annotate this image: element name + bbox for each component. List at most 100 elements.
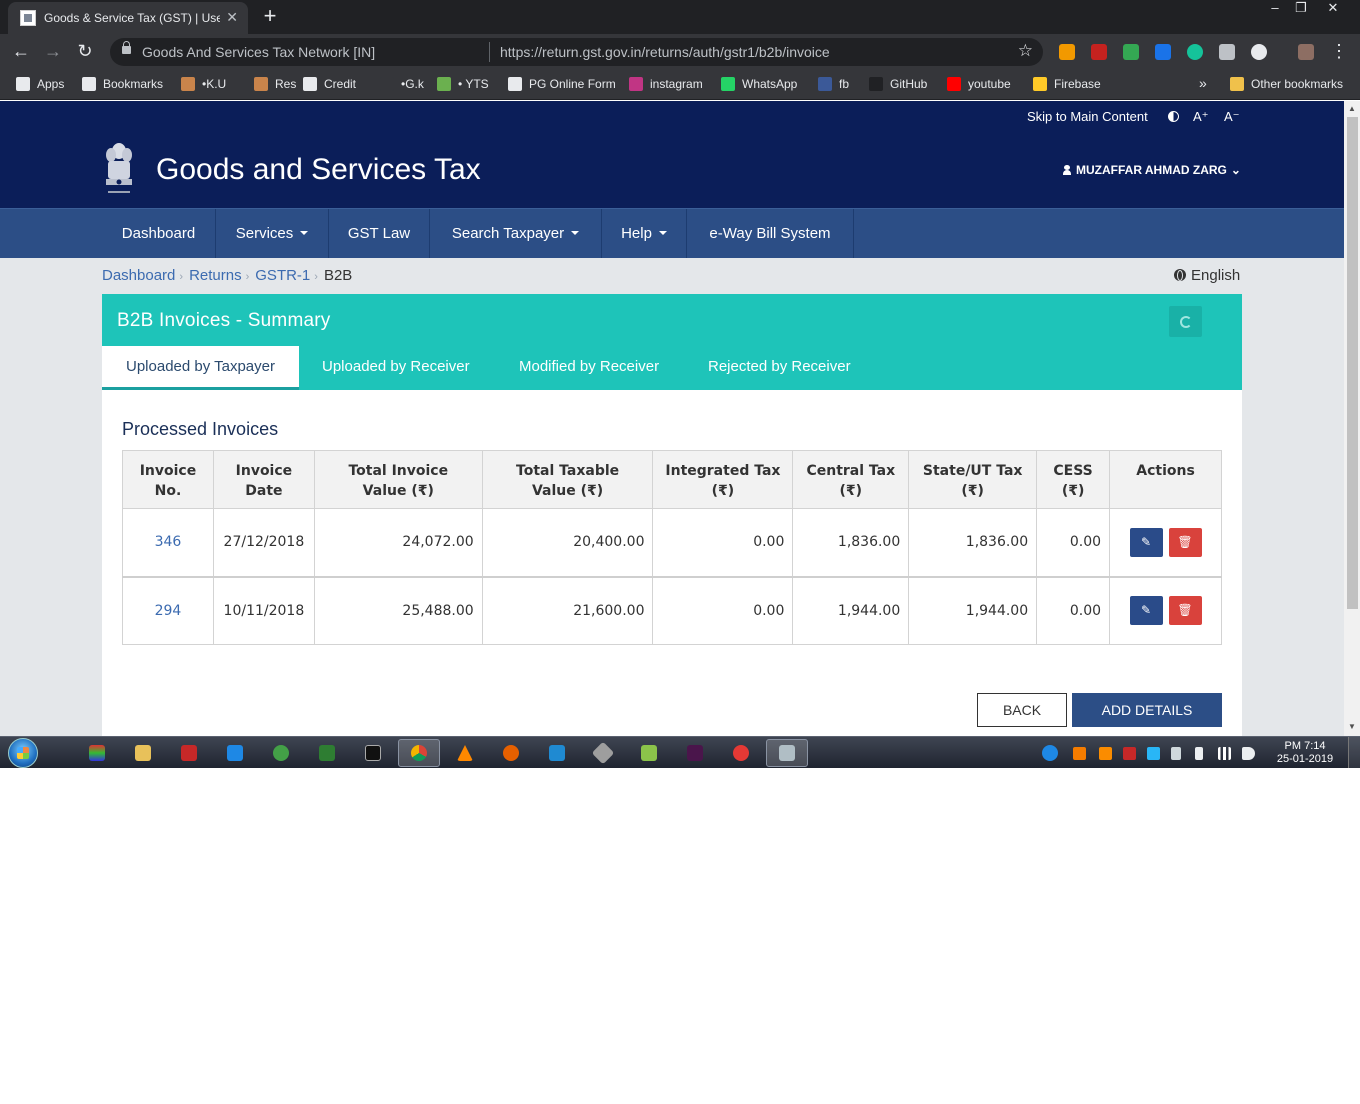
menu-kebab-icon[interactable]: ⋮	[1326, 40, 1352, 64]
bookmark-item[interactable]: •K.U	[181, 77, 226, 93]
refresh-button[interactable]	[1169, 306, 1202, 337]
extension-icon[interactable]	[1155, 44, 1171, 60]
scroll-up-arrow-icon[interactable]: ▲	[1348, 104, 1356, 113]
bookmark-item[interactable]: youtube	[947, 77, 1011, 93]
bookmark-item[interactable]: GitHub	[869, 77, 927, 93]
bookmark-item[interactable]: PG Online Form	[508, 77, 616, 93]
pdf-extension-icon[interactable]	[1091, 44, 1107, 60]
browser-tab[interactable]: Goods & Service Tax (GST) | User ✕	[8, 2, 248, 34]
bookmark-item[interactable]: Res	[254, 77, 296, 93]
explorer-icon[interactable]	[135, 745, 151, 761]
battery-icon[interactable]	[1195, 747, 1203, 760]
extension-icon[interactable]	[1123, 44, 1139, 60]
new-tab-button[interactable]: +	[256, 4, 284, 30]
edit-button[interactable]: ✎	[1129, 527, 1163, 557]
edit-button[interactable]: ✎	[1129, 596, 1163, 626]
font-increase-button[interactable]: A⁺	[1193, 109, 1209, 125]
reload-icon[interactable]: ↻	[72, 40, 98, 64]
bookmark-item[interactable]: instagram	[629, 77, 703, 93]
app-icon[interactable]	[733, 745, 749, 761]
bookmark-item[interactable]: Credit	[303, 77, 356, 93]
app-icon[interactable]	[227, 745, 243, 761]
scroll-down-arrow-icon[interactable]: ▼	[1348, 722, 1356, 731]
taskbar-clock[interactable]: PM 7:14 25-01-2019	[1268, 740, 1342, 766]
forward-arrow-icon[interactable]: →	[40, 40, 66, 64]
tab-uploaded-by-receiver[interactable]: Uploaded by Receiver	[322, 346, 470, 390]
firefox-icon[interactable]	[503, 745, 519, 761]
tab-modified-by-receiver[interactable]: Modified by Receiver	[519, 346, 659, 390]
central-tax-cell: 1,836.00	[792, 508, 910, 578]
nav-help[interactable]: Help	[602, 209, 687, 258]
delete-button[interactable]: 🗑	[1168, 527, 1202, 557]
bookmark-star-icon[interactable]: ☆	[1018, 41, 1033, 61]
nav-label: Help	[621, 225, 652, 242]
bookmark-item[interactable]: • YTS	[437, 77, 489, 93]
vscode-icon[interactable]	[549, 745, 565, 761]
add-details-button[interactable]: ADD DETAILS	[1072, 693, 1222, 727]
tab-rejected-by-receiver[interactable]: Rejected by Receiver	[708, 346, 851, 390]
grammarly-icon[interactable]	[1187, 44, 1203, 60]
slack-icon[interactable]	[687, 745, 703, 761]
flag-icon[interactable]	[1171, 747, 1181, 760]
contrast-icon[interactable]	[1168, 111, 1179, 122]
tray-icon[interactable]	[1123, 747, 1136, 760]
skip-to-main-link[interactable]: Skip to Main Content	[1027, 109, 1148, 124]
bookmark-item[interactable]: Apps	[16, 77, 64, 93]
nav-dashboard[interactable]: Dashboard	[102, 209, 216, 258]
cast-icon[interactable]	[1219, 44, 1235, 60]
language-selector[interactable]: English	[1174, 267, 1240, 284]
bookmark-item[interactable]: Bookmarks	[82, 77, 163, 93]
volume-icon[interactable]	[1242, 747, 1255, 760]
bookmark-item[interactable]: Firebase	[1033, 77, 1101, 93]
breadcrumb-returns[interactable]: Returns	[189, 267, 242, 284]
back-button[interactable]: BACK	[977, 693, 1067, 727]
start-button[interactable]	[8, 738, 38, 768]
extension-icon[interactable]	[1251, 44, 1267, 60]
nav-gst-law[interactable]: GST Law	[329, 209, 430, 258]
app-icon[interactable]	[319, 745, 335, 761]
tray-icon[interactable]	[1073, 747, 1086, 760]
font-decrease-button[interactable]: A⁻	[1224, 109, 1240, 125]
git-icon[interactable]	[591, 741, 615, 765]
folder-icon	[1230, 77, 1244, 91]
scrollbar-thumb[interactable]	[1347, 117, 1358, 609]
breadcrumb-gstr1[interactable]: GSTR-1	[255, 267, 310, 284]
tray-icon[interactable]	[1099, 747, 1112, 760]
minimize-button[interactable]: –	[1262, 0, 1288, 18]
bookmark-item[interactable]: WhatsApp	[721, 77, 797, 93]
restore-button[interactable]: ❐	[1288, 0, 1314, 18]
tab-close-icon[interactable]: ✕	[226, 9, 238, 26]
address-bar[interactable]: Goods And Services Tax Network [IN] http…	[110, 38, 1043, 66]
extension-icon[interactable]	[1059, 44, 1075, 60]
user-menu[interactable]: MUZAFFAR AHMAD ZARG ⌄	[1063, 163, 1241, 177]
app-icon[interactable]	[89, 745, 105, 761]
help-icon[interactable]	[1042, 745, 1058, 761]
bookmarks-overflow-button[interactable]: »	[1199, 75, 1207, 91]
bookmark-item[interactable]: •G.k	[380, 77, 424, 93]
tab-uploaded-by-taxpayer[interactable]: Uploaded by Taxpayer	[102, 346, 299, 390]
show-desktop-button[interactable]	[1348, 737, 1360, 768]
downloader-icon[interactable]	[181, 745, 197, 761]
invoice-link[interactable]: 346	[155, 534, 182, 550]
caret-down-icon	[571, 231, 580, 235]
other-bookmarks[interactable]: Other bookmarks	[1230, 77, 1343, 93]
vlc-icon[interactable]	[457, 745, 473, 761]
invoice-link[interactable]: 294	[155, 603, 182, 619]
profile-avatar[interactable]	[1298, 44, 1314, 60]
android-studio-icon[interactable]	[641, 745, 657, 761]
url-text[interactable]: https://return.gst.gov.in/returns/auth/g…	[500, 44, 830, 60]
tray-icon[interactable]	[1147, 747, 1160, 760]
page-scrollbar[interactable]: ▲ ▼	[1344, 101, 1360, 736]
card-header: B2B Invoices - Summary Uploaded by Taxpa…	[102, 294, 1242, 390]
back-arrow-icon[interactable]: ←	[8, 40, 34, 64]
terminal-icon[interactable]	[365, 745, 381, 761]
signal-icon[interactable]	[1218, 747, 1231, 760]
nav-search-taxpayer[interactable]: Search Taxpayer	[430, 209, 602, 258]
breadcrumb-dashboard[interactable]: Dashboard	[102, 267, 175, 284]
torrent-icon[interactable]	[273, 745, 289, 761]
window-close-button[interactable]: ✕	[1320, 0, 1346, 18]
bookmark-item[interactable]: fb	[818, 77, 849, 93]
nav-services[interactable]: Services	[216, 209, 329, 258]
delete-button[interactable]: 🗑	[1168, 596, 1202, 626]
nav-eway-bill[interactable]: e-Way Bill System	[687, 209, 854, 258]
